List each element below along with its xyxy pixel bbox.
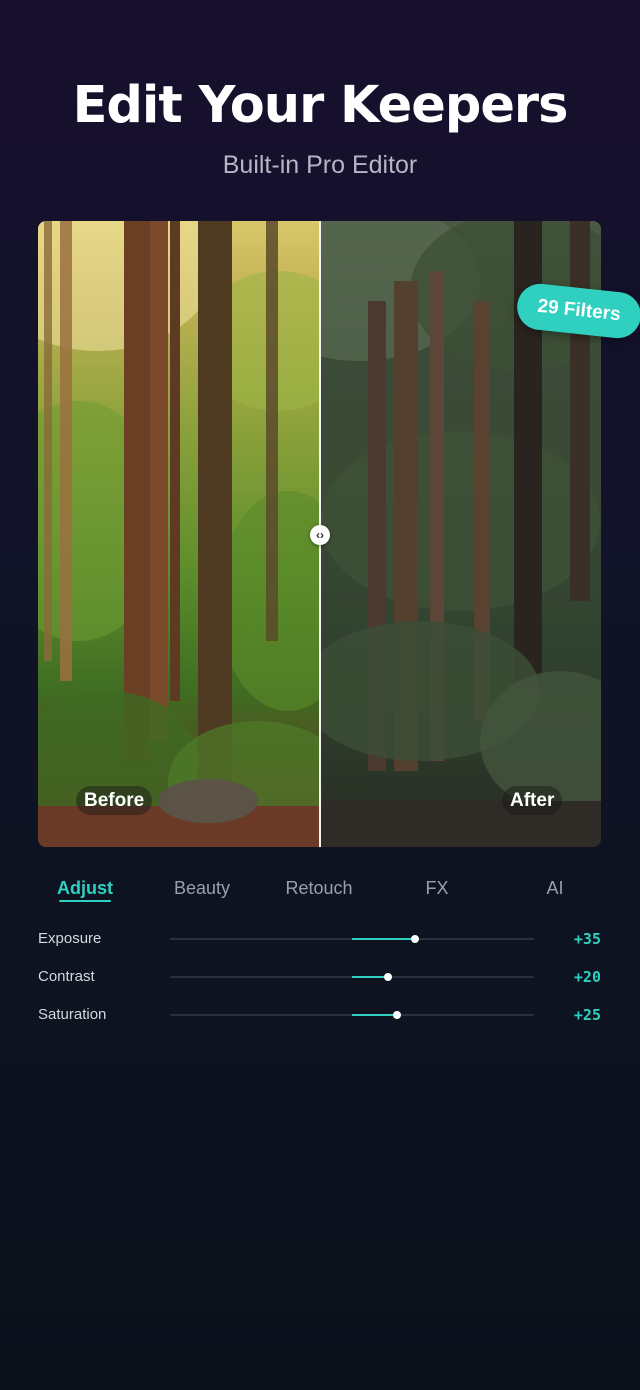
saturation-value: +25 <box>573 1006 601 1024</box>
saturation-slider-row: Saturation +25 <box>0 1002 640 1028</box>
exposure-value: +35 <box>573 930 601 948</box>
contrast-slider[interactable] <box>170 973 534 981</box>
saturation-label: Saturation <box>38 1006 107 1023</box>
saturation-slider-knob[interactable] <box>393 1011 401 1019</box>
before-after-comparison[interactable]: ‹› Before After <box>38 221 601 847</box>
exposure-slider-fill <box>352 938 415 940</box>
exposure-slider-knob[interactable] <box>411 935 419 943</box>
contrast-slider-fill <box>352 976 388 978</box>
saturation-slider[interactable] <box>170 1011 534 1019</box>
after-label: After <box>502 786 563 815</box>
subheadline: Built-in Pro Editor <box>222 151 418 179</box>
exposure-label: Exposure <box>38 930 102 947</box>
forest-before-illustration <box>38 221 320 847</box>
active-tab-indicator <box>59 900 111 902</box>
tab-adjust[interactable]: Adjust <box>25 873 145 903</box>
contrast-slider-knob[interactable] <box>384 973 392 981</box>
exposure-slider[interactable] <box>170 935 534 943</box>
tab-ai[interactable]: AI <box>495 873 615 903</box>
before-image <box>38 221 320 847</box>
headline: Edit Your Keepers <box>72 76 569 135</box>
contrast-value: +20 <box>573 968 601 986</box>
saturation-slider-fill <box>352 1014 397 1016</box>
before-label: Before <box>76 786 153 815</box>
contrast-slider-row: Contrast +20 <box>0 964 640 990</box>
contrast-label: Contrast <box>38 968 95 985</box>
tab-beauty[interactable]: Beauty <box>142 873 262 903</box>
tab-retouch[interactable]: Retouch <box>259 873 379 903</box>
tab-fx[interactable]: FX <box>377 873 497 903</box>
editor-tab-bar: Adjust Beauty Retouch FX AI <box>0 873 640 913</box>
left-right-arrows-icon[interactable]: ‹› <box>310 525 330 545</box>
exposure-slider-row: Exposure +35 <box>0 926 640 952</box>
